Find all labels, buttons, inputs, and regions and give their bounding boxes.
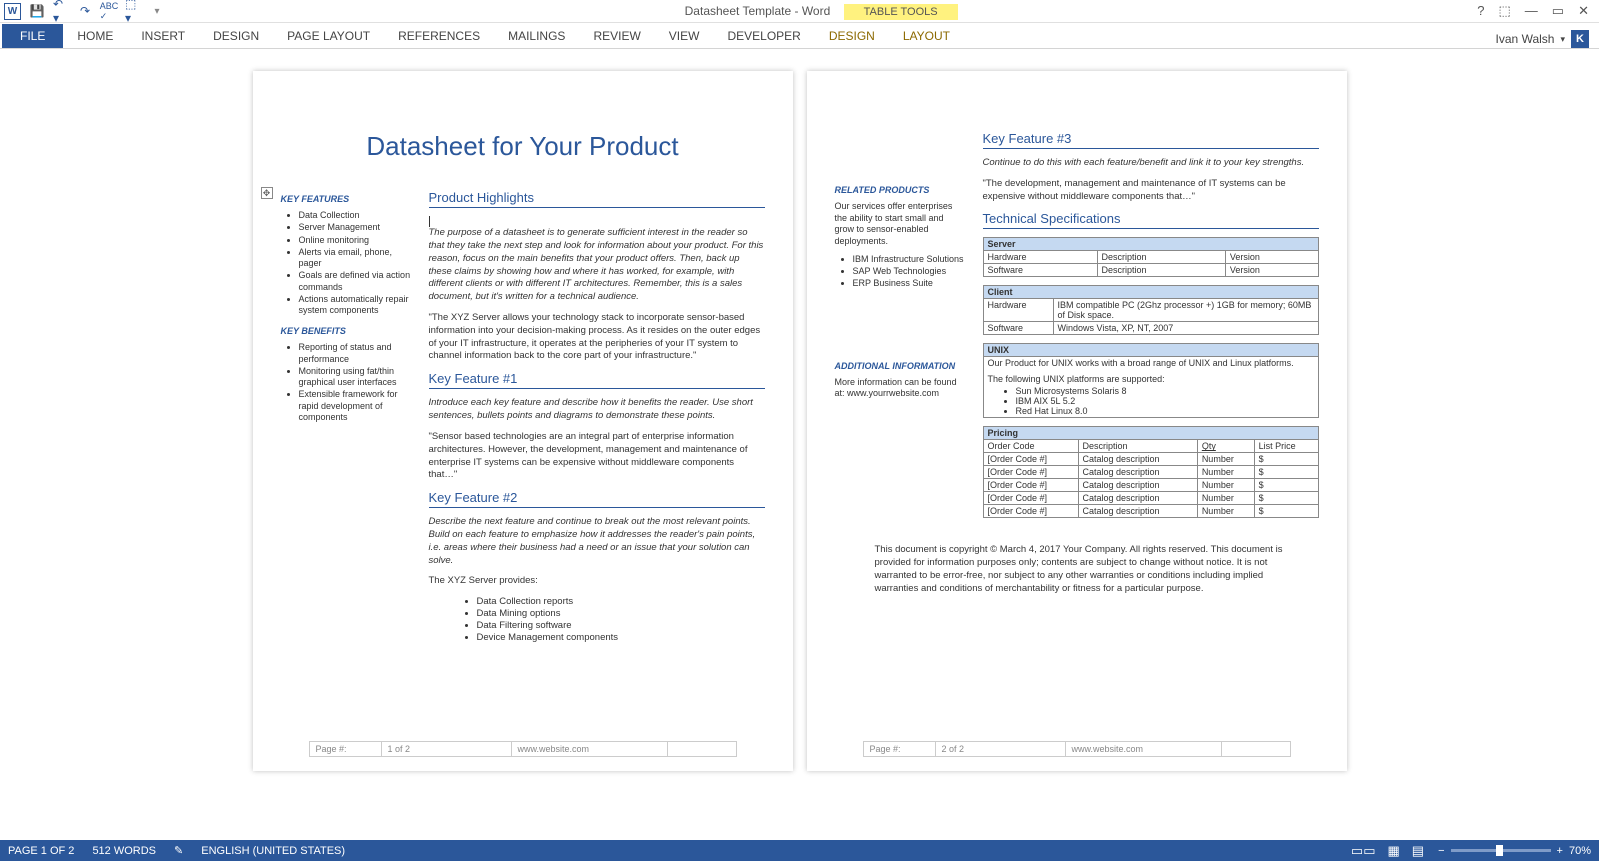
key-benefits-heading: KEY BENEFITS	[281, 326, 411, 336]
zoom-controls: − + 70%	[1438, 845, 1591, 857]
additional-info-para: More information can be found at: www.yo…	[835, 377, 965, 400]
copyright-text: This document is copyright © March 4, 20…	[835, 544, 1319, 595]
sidebar-column: KEY FEATURES Data Collection Server Mana…	[281, 184, 411, 644]
ribbon-tabs: FILE HOME INSERT DESIGN PAGE LAYOUT REFE…	[0, 23, 1599, 49]
tab-view[interactable]: VIEW	[655, 24, 714, 48]
sidebar-column-2: RELATED PRODUCTS Our services offer ente…	[835, 131, 965, 526]
key-feature-1-heading: Key Feature #1	[429, 371, 765, 389]
ribbon-display-icon[interactable]: ⬚	[1499, 3, 1511, 19]
undo-icon[interactable]: ↶ ▾	[53, 3, 69, 19]
related-products-para: Our services offer enterprises the abili…	[835, 201, 965, 248]
zoom-label[interactable]: 70%	[1569, 845, 1591, 857]
page-1-footer: Page #: 1 of 2 www.website.com	[309, 741, 737, 757]
doc-title: Datasheet for Your Product	[281, 131, 765, 162]
kf2-para-2: The XYZ Server provides:	[429, 575, 765, 588]
help-icon[interactable]: ?	[1477, 3, 1484, 19]
server-table: Server HardwareDescriptionVersion Softwa…	[983, 237, 1319, 277]
tab-table-design[interactable]: DESIGN	[815, 24, 889, 48]
additional-info-heading: ADDITIONAL INFORMATION	[835, 361, 965, 371]
minimize-icon[interactable]: —	[1525, 3, 1538, 19]
kf3-para-2: "The development, management and mainten…	[983, 178, 1319, 204]
tab-table-layout[interactable]: LAYOUT	[889, 24, 964, 48]
ph-para-1: The purpose of a datasheet is to generat…	[429, 227, 765, 304]
tab-insert[interactable]: INSERT	[127, 24, 199, 48]
web-layout-icon[interactable]: ▤	[1412, 843, 1424, 859]
user-avatar: K	[1571, 30, 1589, 48]
text-cursor	[429, 216, 430, 227]
document-canvas[interactable]: ✥ Datasheet for Your Product KEY FEATURE…	[0, 49, 1599, 840]
tab-review[interactable]: REVIEW	[579, 24, 654, 48]
print-layout-icon[interactable]: ▦	[1388, 843, 1400, 859]
save-icon[interactable]: 💾	[29, 3, 45, 19]
key-features-list: Data Collection Server Management Online…	[281, 210, 411, 316]
kf1-para-2: "Sensor based technologies are an integr…	[429, 431, 765, 482]
user-name: Ivan Walsh	[1496, 32, 1555, 46]
product-highlights-heading: Product Highlights	[429, 190, 765, 208]
spellcheck-icon[interactable]: ABC✓	[101, 3, 117, 19]
touch-mode-icon[interactable]: ⬚ ▾	[125, 3, 141, 19]
unix-table: UNIX Our Product for UNIX works with a b…	[983, 343, 1319, 418]
redo-icon[interactable]: ↷	[77, 3, 93, 19]
window-title: Datasheet Template - Word TABLE TOOLS	[165, 4, 1477, 18]
status-bar: PAGE 1 OF 2 512 WORDS ✎ ENGLISH (UNITED …	[0, 840, 1599, 861]
zoom-out-icon[interactable]: −	[1438, 845, 1444, 857]
quick-access-toolbar: W 💾 ↶ ▾ ↷ ABC✓ ⬚ ▾ ▾	[4, 3, 165, 20]
page-count[interactable]: PAGE 1 OF 2	[8, 845, 74, 857]
maximize-icon[interactable]: ▭	[1552, 3, 1564, 19]
proofing-icon[interactable]: ✎	[174, 844, 183, 857]
key-benefits-list: Reporting of status and performance Moni…	[281, 342, 411, 423]
related-products-heading: RELATED PRODUCTS	[835, 185, 965, 195]
key-features-heading: KEY FEATURES	[281, 194, 411, 204]
read-mode-icon[interactable]: ▭▭	[1351, 843, 1376, 859]
qat-customize-icon[interactable]: ▾	[149, 3, 165, 19]
client-table: Client HardwareIBM compatible PC (2Ghz p…	[983, 285, 1319, 335]
window-controls: ? ⬚ — ▭ ✕	[1477, 3, 1595, 19]
key-feature-3-heading: Key Feature #3	[983, 131, 1319, 149]
view-switcher: ▭▭ ▦ ▤	[1351, 843, 1424, 859]
table-move-handle[interactable]: ✥	[261, 187, 273, 199]
kf2-para-1: Describe the next feature and continue t…	[429, 516, 765, 567]
page-1: ✥ Datasheet for Your Product KEY FEATURE…	[253, 71, 793, 771]
pricing-table: Pricing Order Code Description Qty List …	[983, 426, 1319, 518]
related-products-list: IBM Infrastructure Solutions SAP Web Tec…	[835, 254, 965, 290]
close-icon[interactable]: ✕	[1578, 3, 1589, 19]
tab-page-layout[interactable]: PAGE LAYOUT	[273, 24, 384, 48]
word-app-icon[interactable]: W	[4, 3, 21, 20]
zoom-in-icon[interactable]: +	[1557, 845, 1563, 857]
tab-file[interactable]: FILE	[2, 24, 63, 48]
tab-references[interactable]: REFERENCES	[384, 24, 494, 48]
ph-para-2: "The XYZ Server allows your technology s…	[429, 312, 765, 363]
title-bar: W 💾 ↶ ▾ ↷ ABC✓ ⬚ ▾ ▾ Datasheet Template …	[0, 0, 1599, 23]
language[interactable]: ENGLISH (UNITED STATES)	[201, 845, 345, 857]
kf2-list: Data Collection reports Data Mining opti…	[429, 596, 765, 643]
tech-specs-heading: Technical Specifications	[983, 211, 1319, 229]
table-tools-badge: TABLE TOOLS	[844, 4, 958, 20]
kf1-para-1: Introduce each key feature and describe …	[429, 397, 765, 423]
page-2: RELATED PRODUCTS Our services offer ente…	[807, 71, 1347, 771]
tab-developer[interactable]: DEVELOPER	[713, 24, 814, 48]
word-count[interactable]: 512 WORDS	[92, 845, 156, 857]
zoom-slider[interactable]	[1451, 849, 1551, 852]
kf3-para-1: Continue to do this with each feature/be…	[983, 157, 1319, 170]
page-2-footer: Page #: 2 of 2 www.website.com	[863, 741, 1291, 757]
tab-home[interactable]: HOME	[63, 24, 127, 48]
key-feature-2-heading: Key Feature #2	[429, 490, 765, 508]
body-column-2: Key Feature #3 Continue to do this with …	[983, 131, 1319, 526]
tab-mailings[interactable]: MAILINGS	[494, 24, 579, 48]
tab-design[interactable]: DESIGN	[199, 24, 273, 48]
user-account[interactable]: Ivan Walsh ▾ K	[1496, 30, 1597, 48]
body-column: Product Highlights The purpose of a data…	[429, 184, 765, 644]
